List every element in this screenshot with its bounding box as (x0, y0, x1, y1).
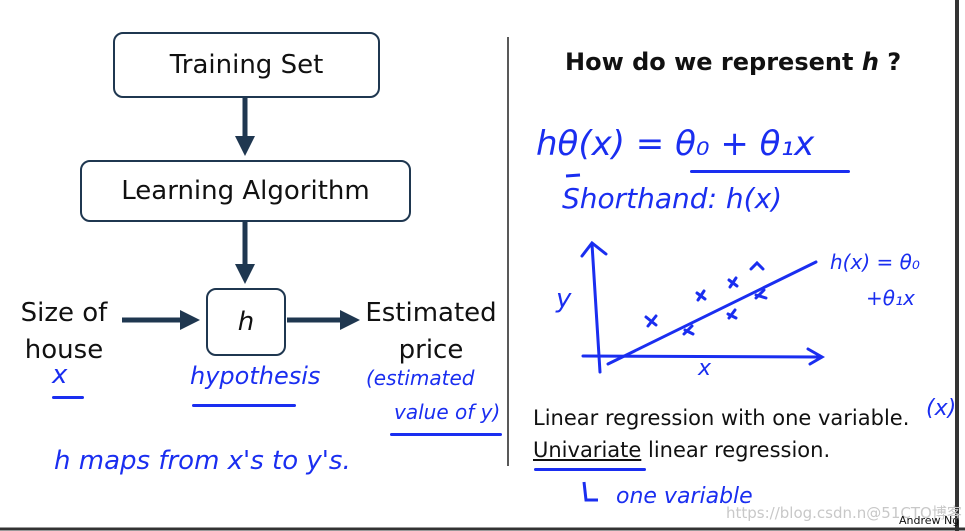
annotation-shorthand: Shorthand: h(x) (562, 182, 783, 215)
author-credit: Andrew Ng (899, 514, 960, 527)
plot-x-label: x (698, 356, 712, 381)
annotation-estimated: (estimated (366, 366, 475, 390)
slide-title: How do we represent h ? (565, 48, 902, 76)
data-point (727, 276, 739, 289)
data-point (749, 260, 765, 271)
annotation-formula: hθ(x) = θ₀ + θ₁x (536, 124, 815, 164)
bracket-hook (582, 481, 598, 502)
plot-line-label: h(x) = θ₀ (830, 250, 920, 274)
annotation-x-paren: (x) (926, 396, 957, 421)
annotation-underline (192, 404, 296, 407)
output-label: Estimated price (365, 298, 497, 365)
annotation-underline (534, 468, 646, 471)
univariate-text: Univariate linear regression. (533, 438, 831, 462)
annotation-underline (52, 396, 84, 399)
annotation-x: x (52, 360, 68, 390)
data-point (695, 289, 707, 302)
input-label: Size of house (20, 298, 108, 365)
y-axis (580, 240, 608, 374)
data-point (726, 308, 738, 320)
plot-y-label: y (556, 284, 572, 314)
annotation-hypothesis: hypothesis (190, 362, 321, 390)
annotation-value-of-y: value of y) (394, 400, 501, 424)
shorthand-overline (565, 173, 581, 178)
annotation-maps: h maps from x's to y's. (54, 446, 351, 476)
annotation-underline (690, 170, 850, 173)
annotation-underline (390, 433, 502, 436)
data-point (644, 314, 658, 328)
regression-line (606, 260, 818, 366)
handwritten-plot (580, 240, 825, 374)
plot-line-label-2: +θ₁x (866, 286, 915, 310)
linear-regression-text: Linear regression with one variable. (533, 406, 910, 430)
